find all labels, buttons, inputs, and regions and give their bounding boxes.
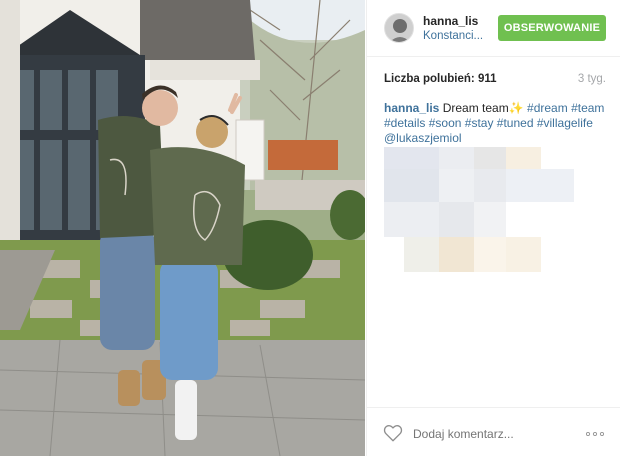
blur-block xyxy=(506,169,574,202)
blur-block xyxy=(474,147,506,169)
photo-illustration xyxy=(0,0,365,456)
hashtag-link[interactable]: #dream xyxy=(527,101,568,115)
avatar-image xyxy=(385,14,413,42)
hashtag-link[interactable]: #soon xyxy=(429,116,462,130)
likes-label: Liczba polubień: xyxy=(384,73,475,85)
blur-block xyxy=(506,147,541,169)
hashtag-link[interactable]: #details xyxy=(384,116,425,130)
hashtag-link[interactable]: #tuned xyxy=(497,116,534,130)
post-footer xyxy=(367,407,620,456)
location-link[interactable]: Konstanci... xyxy=(423,30,483,42)
blur-block xyxy=(384,202,439,237)
caption-author-link[interactable]: hanna_lis xyxy=(384,101,439,115)
post-caption: hanna_lis Dream team✨ #dream #team #deta… xyxy=(384,101,608,146)
blur-block xyxy=(474,237,506,272)
blur-block xyxy=(474,169,506,202)
blur-block xyxy=(384,169,439,202)
post-time[interactable]: 3 tyg. xyxy=(578,73,606,85)
blur-block xyxy=(404,237,439,272)
heart-outline-icon[interactable] xyxy=(383,424,403,442)
blur-block xyxy=(439,169,474,202)
caption-text: Dream team xyxy=(442,101,509,115)
blur-block xyxy=(474,202,506,237)
sparkle-emoji: ✨ xyxy=(508,101,524,115)
hashtag-link[interactable]: #team xyxy=(571,101,604,115)
avatar[interactable] xyxy=(384,13,414,43)
hashtag-link[interactable]: #stay xyxy=(465,116,494,130)
hashtag-link[interactable]: #villagelife xyxy=(537,116,593,130)
username-link[interactable]: hanna_lis xyxy=(423,14,478,28)
likes-row: Liczba polubień: 911 3 tyg. xyxy=(384,73,606,89)
follow-button[interactable]: OBSERWOWANIE xyxy=(498,15,606,41)
likes-count[interactable]: 911 xyxy=(478,73,497,85)
blur-block xyxy=(439,237,474,272)
blur-block xyxy=(384,147,439,169)
comment-input[interactable] xyxy=(413,427,573,441)
blur-block xyxy=(506,237,541,272)
blur-block xyxy=(439,147,474,169)
post-header: hanna_lis Konstanci... OBSERWOWANIE xyxy=(367,0,620,57)
post-side-panel: hanna_lis Konstanci... OBSERWOWANIE Licz… xyxy=(366,0,620,456)
blurred-comments xyxy=(384,147,584,297)
post-photo[interactable] xyxy=(0,0,365,456)
more-options-icon[interactable] xyxy=(586,432,604,436)
blur-block xyxy=(439,202,474,237)
mention-link[interactable]: @lukaszjemiol xyxy=(384,131,462,145)
